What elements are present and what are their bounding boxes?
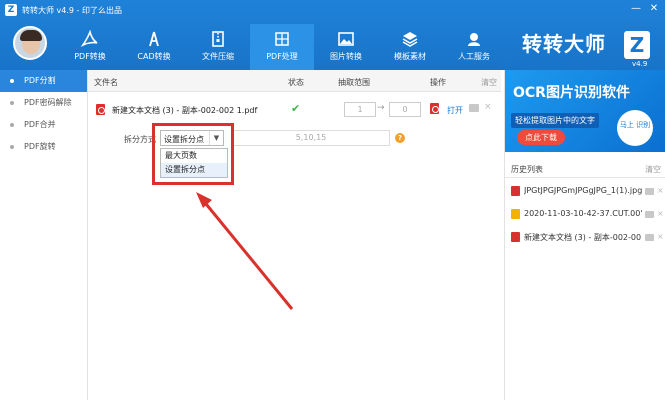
nav-label: 文件压缩: [202, 52, 234, 61]
pdf-file-icon: [430, 103, 439, 114]
list-item[interactable]: JPGtJPGJPGmJPGgJPG_1(1).jpg ×: [505, 180, 665, 202]
table-header: 文件名 状态 抽取范围 操作 清空: [88, 70, 501, 92]
bullet-icon: [10, 79, 14, 83]
help-icon[interactable]: ?: [395, 133, 405, 143]
split-pages-input[interactable]: 5,10,15: [232, 130, 390, 146]
range-to-input[interactable]: 0: [389, 102, 421, 117]
brand-name: 转转大师: [522, 32, 606, 56]
sidebar-item-label: PDF分割: [24, 76, 56, 85]
history-header: 历史列表 清空: [505, 160, 665, 178]
nav-pdf-process[interactable]: PDF处理: [250, 24, 314, 70]
sidebar-item-pdf-password[interactable]: PDF密码解除: [0, 92, 87, 114]
sidebar-item-label: PDF密码解除: [24, 98, 72, 107]
arrow-right-icon: →: [377, 103, 385, 113]
pdf-file-icon: [96, 104, 105, 115]
sidebar-item-pdf-rotate[interactable]: PDF旋转: [0, 136, 87, 158]
cad-icon: [149, 31, 159, 47]
sidebar-item-label: PDF合并: [24, 120, 56, 129]
history-file-name: JPGtJPGJPGmJPGgJPG_1(1).jpg: [524, 186, 642, 195]
file-name: 新建文本文档 (3) - 副本-002-002 1.pdf: [112, 106, 258, 115]
remove-history-button[interactable]: ×: [657, 209, 664, 218]
title-bar: Z 转转大师 v4.9 - 印了么出品 — ✕: [0, 0, 665, 20]
main-nav: PDF转换 CAD转换 文件压缩 PDF处理 图片转换 模板素材 人工服务: [58, 24, 506, 70]
range-from-input[interactable]: 1: [344, 102, 376, 117]
remove-file-button[interactable]: ×: [484, 102, 492, 112]
ad-subtitle: 轻松提取图片中的文字: [511, 113, 599, 128]
ad-download-button[interactable]: 点此下载: [517, 130, 565, 145]
folder-icon[interactable]: [645, 234, 654, 241]
sidebar-item-pdf-merge[interactable]: PDF合并: [0, 114, 87, 136]
nav-label: PDF处理: [266, 52, 298, 61]
zip-icon: [212, 31, 224, 47]
headset-icon: [468, 33, 480, 46]
user-avatar[interactable]: [13, 26, 47, 60]
highlight-box: [152, 123, 234, 185]
image-file-icon: [511, 186, 520, 196]
version-label: v4.9: [632, 60, 648, 68]
remove-history-button[interactable]: ×: [657, 186, 664, 195]
right-panel: OCR图片识别软件 轻松提取图片中的文字 点此下载 马上 识别 历史列表 清空 …: [504, 70, 665, 400]
nav-label: 图片转换: [330, 52, 362, 61]
pdf-icon: [81, 30, 98, 47]
nav-file-compress[interactable]: 文件压缩: [186, 24, 250, 70]
list-item[interactable]: 新建文本文档 (3) - 副本-002-00… ×: [505, 226, 665, 248]
avatar-hair: [20, 30, 42, 41]
nav-image-convert[interactable]: 图片转换: [314, 24, 378, 70]
top-bar: Z 转转大师 v4.9 - 印了么出品 — ✕ PDF转换 CAD转换 文件压缩…: [0, 0, 665, 70]
pdf-file-icon: [511, 232, 520, 242]
app-logo-icon: Z: [5, 4, 17, 16]
ad-title: OCR图片识别软件: [513, 85, 630, 101]
folder-icon[interactable]: [645, 211, 654, 218]
remove-history-button[interactable]: ×: [657, 232, 664, 241]
table-row: 新建文本文档 (3) - 副本-002-002 1.pdf ✔ 1 → 0 打开…: [88, 92, 501, 128]
sidebar-item-pdf-split[interactable]: PDF分割: [0, 70, 87, 92]
nav-pdf-convert[interactable]: PDF转换: [58, 24, 122, 70]
history-file-name: 2020-11-03-10-42-37.CUT.00'…: [524, 209, 642, 218]
nav-human-service[interactable]: 人工服务: [442, 24, 506, 70]
list-item[interactable]: 2020-11-03-10-42-37.CUT.00'… ×: [505, 203, 665, 225]
nav-label: 模板素材: [394, 52, 426, 61]
bullet-icon: [10, 123, 14, 127]
window-title: 转转大师 v4.9 - 印了么出品: [22, 6, 122, 15]
bullet-icon: [10, 145, 14, 149]
nav-template-assets[interactable]: 模板素材: [378, 24, 442, 70]
sidebar-item-label: PDF旋转: [24, 142, 56, 151]
sidebar: PDF分割 PDF密码解除 PDF合并 PDF旋转: [0, 70, 88, 400]
main-panel: 文件名 状态 抽取范围 操作 清空 新建文本文档 (3) - 副本-002-00…: [88, 70, 501, 400]
col-header-action: 操作: [430, 78, 446, 87]
nav-label: 人工服务: [458, 52, 490, 61]
nav-label: PDF转换: [74, 52, 106, 61]
nav-label: CAD转换: [137, 52, 171, 61]
col-header-range: 抽取范围: [338, 78, 370, 87]
window-controls: — ✕: [625, 2, 661, 16]
video-file-icon: [511, 209, 520, 219]
history-file-name: 新建文本文档 (3) - 副本-002-00…: [524, 233, 642, 242]
close-window-button[interactable]: ✕: [647, 2, 661, 16]
clear-all-button[interactable]: 清空: [481, 77, 497, 88]
col-header-status: 状态: [288, 78, 304, 87]
nav-cad-convert[interactable]: CAD转换: [122, 24, 186, 70]
ocr-ad-banner[interactable]: OCR图片识别软件 轻松提取图片中的文字 点此下载 马上 识别: [505, 70, 665, 152]
folder-icon[interactable]: [645, 188, 654, 195]
brand-logo-icon: Z: [624, 31, 650, 59]
folder-icon[interactable]: [469, 104, 479, 112]
bullet-icon: [10, 101, 14, 105]
minimize-button[interactable]: —: [629, 2, 643, 16]
success-check-icon: ✔: [291, 102, 301, 115]
history-clear-button[interactable]: 清空: [645, 164, 661, 175]
layers-icon: [402, 32, 418, 47]
open-file-link[interactable]: 打开: [447, 105, 463, 116]
image-icon: [338, 32, 354, 46]
pdf-process-icon: [275, 32, 289, 46]
split-options-row: 拆分方式 设置拆分点 ▼ 5,10,15 ?: [88, 128, 501, 150]
ocr-badge-icon: 马上 识别: [617, 110, 653, 146]
col-header-filename: 文件名: [94, 78, 118, 87]
history-title: 历史列表: [511, 165, 543, 174]
